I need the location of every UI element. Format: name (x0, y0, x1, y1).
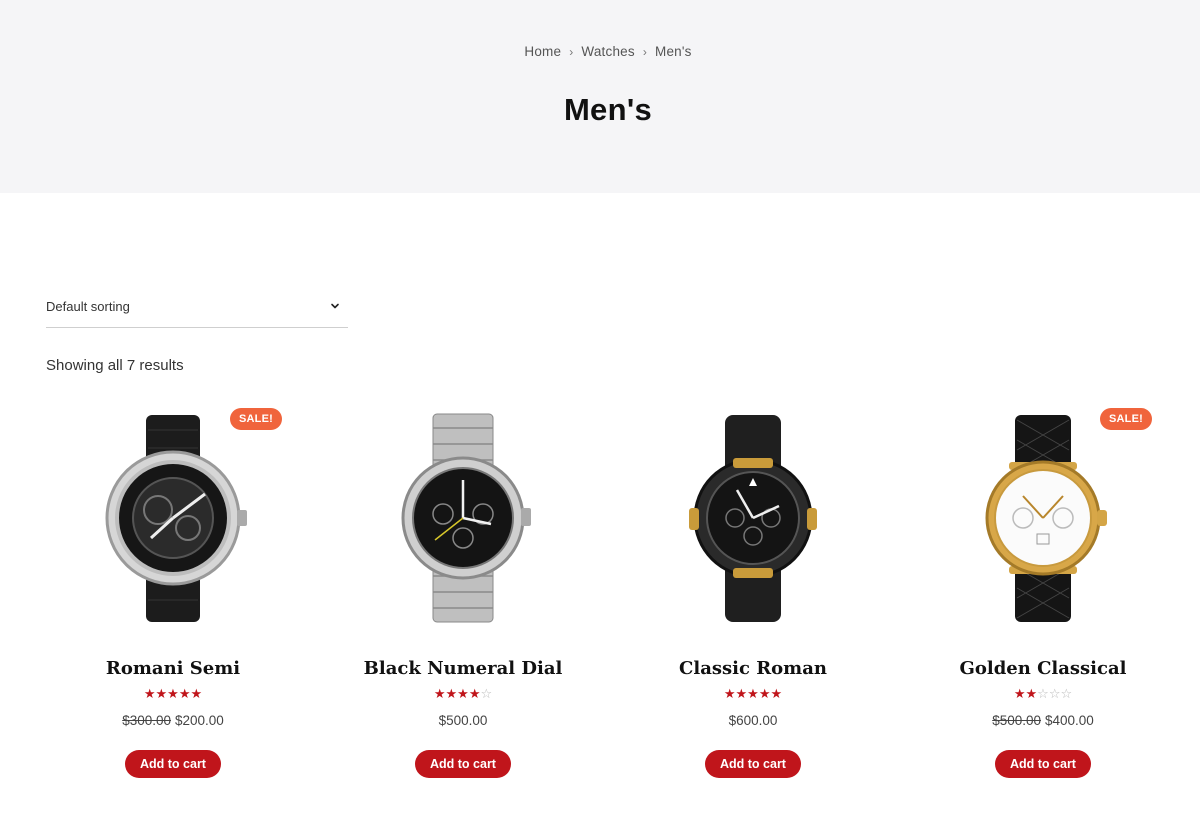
empty-star-icon: ☆☆☆ (1037, 686, 1073, 701)
sale-badge: SALE! (1100, 408, 1152, 430)
black-gold-pilot-watch-icon[interactable] (653, 410, 853, 625)
original-price: $500.00 (992, 713, 1041, 728)
page-header: Home › Watches › Men's Men's (0, 0, 1200, 193)
rating-stars: ★★☆☆☆ (1013, 686, 1073, 701)
product-title[interactable]: Black Numeral Dial (333, 658, 593, 679)
original-price: $300.00 (122, 713, 171, 728)
empty-star-icon: ☆ (480, 686, 493, 701)
steel-chronograph-watch-icon[interactable] (363, 410, 563, 625)
breadcrumb-home[interactable]: Home (524, 44, 561, 59)
add-to-cart-button[interactable]: Add to cart (125, 750, 221, 778)
add-to-cart-button[interactable]: Add to cart (995, 750, 1091, 778)
product-title[interactable]: Classic Roman (623, 658, 883, 679)
product-grid: SALE! Romani Semi ★★★★★ $300.00 $200.00 A… (0, 400, 1200, 800)
add-to-cart-button[interactable]: Add to cart (705, 750, 801, 778)
product-card[interactable]: SALE! Golden Classical ★★☆☆☆ $500.00 $400… (913, 400, 1173, 790)
product-title[interactable]: Golden Classical (913, 658, 1173, 679)
sort-dropdown[interactable]: Default sorting (46, 293, 348, 328)
product-price: $600.00 (623, 713, 883, 728)
product-price: $500.00 (333, 713, 593, 728)
result-count: Showing all 7 results (46, 357, 184, 374)
rating-stars: ★★★★★ (143, 686, 203, 701)
breadcrumb-separator: › (642, 45, 648, 59)
sale-price: $200.00 (175, 713, 224, 728)
product-price: $300.00 $200.00 (43, 713, 303, 728)
rating-stars: ★★★★☆ (433, 686, 493, 701)
sort-selected-label: Default sorting (46, 299, 130, 314)
breadcrumb-watches[interactable]: Watches (581, 44, 634, 59)
sale-badge: SALE! (230, 408, 282, 430)
product-card[interactable]: SALE! Romani Semi ★★★★★ $300.00 $200.00 A… (43, 400, 303, 790)
skeleton-watch-black-strap-icon[interactable] (73, 410, 273, 625)
price: $600.00 (728, 713, 778, 728)
gold-white-dial-watch-icon[interactable] (943, 410, 1143, 625)
sale-price: $400.00 (1045, 713, 1094, 728)
chevron-down-icon (331, 303, 339, 309)
rating-stars: ★★★★★ (723, 686, 783, 701)
breadcrumb-separator: › (569, 45, 574, 59)
product-title[interactable]: Romani Semi (43, 658, 303, 679)
breadcrumb: Home › Watches › Men's (0, 44, 1200, 59)
add-to-cart-button[interactable]: Add to cart (415, 750, 511, 778)
product-card[interactable]: Black Numeral Dial ★★★★☆ $500.00 Add to … (333, 400, 593, 790)
breadcrumb-current: Men's (655, 44, 692, 59)
page-title: Men's (563, 92, 653, 127)
product-price: $500.00 $400.00 (913, 713, 1173, 728)
product-card[interactable]: Classic Roman ★★★★★ $600.00 Add to cart (623, 400, 883, 790)
price: $500.00 (438, 713, 488, 728)
